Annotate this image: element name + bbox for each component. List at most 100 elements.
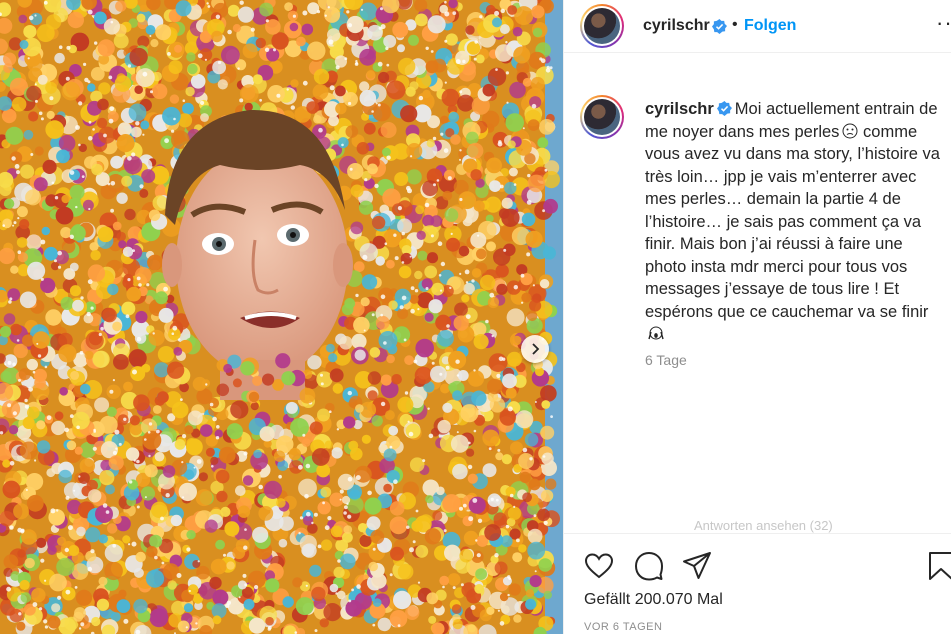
water-bead — [232, 24, 241, 33]
comment-icon[interactable] — [634, 551, 664, 581]
water-bead — [78, 472, 90, 484]
water-bead — [482, 83, 496, 97]
bead-highlight — [110, 181, 116, 186]
bead-highlight — [102, 503, 108, 508]
bead-highlight — [459, 272, 462, 275]
water-bead — [151, 501, 168, 518]
water-bead — [75, 589, 93, 606]
bead-highlight — [521, 301, 524, 304]
water-bead — [451, 604, 462, 614]
bead-highlight — [473, 429, 477, 433]
bead-highlight — [335, 592, 338, 595]
water-bead — [329, 583, 339, 593]
bead-highlight — [508, 577, 512, 580]
bead-highlight — [316, 10, 321, 14]
bead-highlight — [314, 629, 318, 633]
bead-highlight — [250, 27, 255, 32]
water-bead — [146, 546, 158, 558]
bead-highlight — [86, 311, 91, 317]
water-bead — [252, 375, 263, 386]
water-bead — [324, 440, 333, 449]
carousel-next-button[interactable] — [521, 335, 549, 363]
post-photo[interactable] — [0, 0, 563, 634]
bead-highlight — [468, 516, 474, 522]
caption-username[interactable]: cyrilschr — [645, 100, 714, 118]
bead-highlight — [164, 138, 170, 144]
post-date[interactable]: VOR 6 TAGEN — [584, 621, 662, 633]
water-bead — [34, 377, 46, 389]
header-username[interactable]: cyrilschr — [643, 17, 710, 35]
water-bead — [397, 308, 409, 320]
bead-highlight — [320, 373, 323, 377]
bead-highlight — [328, 39, 334, 45]
water-bead — [126, 286, 142, 302]
water-bead — [3, 313, 16, 325]
water-bead — [218, 446, 236, 464]
bookmark-icon[interactable] — [926, 551, 951, 581]
water-bead — [424, 528, 442, 545]
view-replies-link[interactable]: Antworten ansehen (32) — [694, 518, 833, 533]
bead-highlight — [259, 98, 262, 102]
water-bead — [359, 2, 378, 21]
water-bead — [390, 546, 404, 561]
water-bead — [417, 250, 428, 261]
water-bead — [514, 6, 534, 26]
bead-highlight — [364, 178, 368, 182]
water-bead — [148, 209, 161, 221]
water-bead — [351, 333, 367, 349]
water-bead — [88, 489, 102, 503]
water-bead — [329, 368, 344, 383]
bead-highlight — [167, 52, 171, 56]
follow-button[interactable]: Folgen — [744, 17, 796, 35]
water-bead — [60, 296, 74, 310]
water-bead — [20, 592, 32, 603]
post-header: cyrilschr • Folgen ··· — [564, 0, 951, 53]
bead-highlight — [69, 414, 74, 418]
water-bead — [508, 583, 521, 596]
water-bead — [150, 39, 159, 48]
bead-highlight — [244, 583, 248, 587]
bead-highlight — [44, 365, 48, 369]
bead-highlight — [372, 547, 376, 551]
bead-highlight — [44, 579, 47, 582]
post-side-panel: cyrilschr • Folgen ··· cyrilschr Moi act… — [563, 0, 951, 635]
water-bead — [147, 254, 163, 271]
bead-highlight — [215, 436, 220, 440]
water-bead — [104, 561, 123, 581]
bead-highlight — [78, 143, 81, 147]
bead-highlight — [123, 618, 129, 624]
bead-highlight — [238, 596, 241, 599]
water-bead — [186, 52, 196, 62]
bead-highlight — [298, 464, 303, 470]
water-bead — [87, 83, 96, 92]
water-bead — [442, 494, 461, 513]
bead-highlight — [318, 127, 323, 133]
bead-highlight — [305, 584, 308, 587]
more-icon[interactable]: ··· — [936, 10, 951, 36]
water-bead — [450, 434, 469, 453]
water-bead — [527, 528, 543, 544]
bead-highlight — [30, 153, 34, 156]
water-bead — [337, 473, 355, 491]
water-bead — [168, 60, 183, 75]
water-bead — [366, 69, 376, 79]
likes-count[interactable]: Gefällt 200.070 Mal — [584, 591, 723, 609]
bead-highlight — [474, 40, 479, 44]
caption-avatar[interactable] — [580, 95, 624, 139]
heart-icon[interactable] — [584, 551, 614, 581]
water-bead — [116, 134, 135, 153]
bead-highlight — [542, 209, 545, 213]
share-icon[interactable] — [682, 551, 712, 581]
bead-highlight — [444, 81, 447, 84]
avatar[interactable] — [580, 4, 624, 48]
bead-highlight — [513, 285, 518, 290]
water-bead — [73, 611, 84, 622]
water-bead — [113, 354, 129, 370]
bead-highlight — [98, 332, 102, 337]
bead-highlight — [144, 496, 147, 499]
water-bead — [328, 353, 338, 363]
water-bead — [124, 208, 136, 221]
water-bead — [354, 349, 366, 361]
water-bead — [290, 418, 309, 437]
bead-highlight — [406, 185, 411, 191]
